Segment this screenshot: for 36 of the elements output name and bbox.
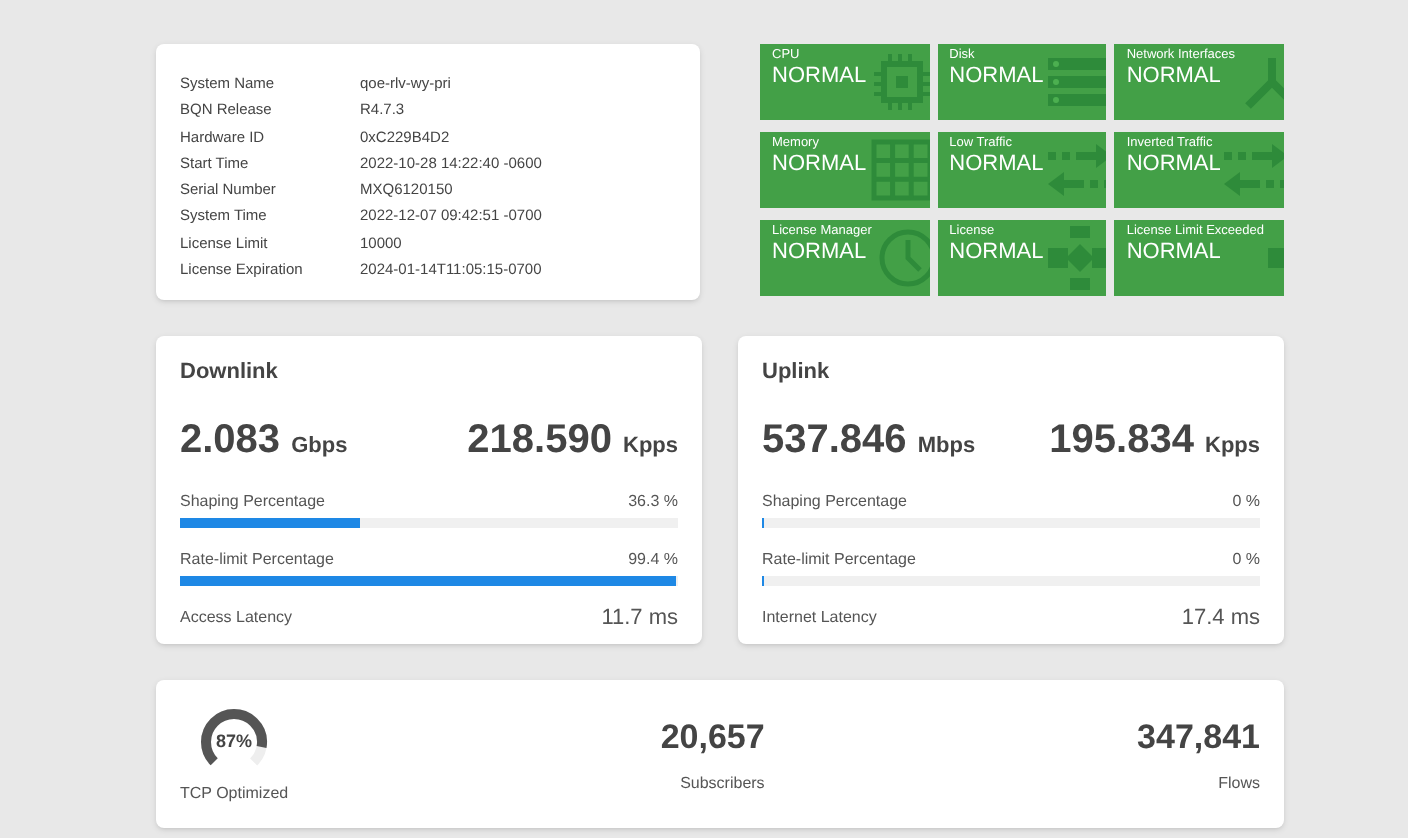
tile-status: NORMAL: [772, 153, 867, 175]
packet-rate-value: 218.590 Kpps: [467, 415, 678, 465]
rate-value: 537.846 Mbps: [762, 415, 976, 465]
bar-reading: 0 %: [1232, 489, 1260, 513]
bar-reading: 99.4 %: [628, 547, 678, 571]
bar-label: Shaping Percentage: [180, 489, 325, 513]
packet-rate-value: 195.834 Kpps: [1049, 415, 1260, 465]
tile-status: NORMAL: [949, 65, 1044, 87]
metric-value: 20,657: [660, 716, 765, 761]
bar-reading: 36.3 %: [628, 489, 678, 513]
metric-value: 347,841: [1137, 716, 1260, 761]
card-title: Downlink: [180, 358, 280, 388]
latency-value: 17.4 ms: [1181, 603, 1260, 633]
tile-status: NORMAL: [949, 153, 1044, 175]
rate-value: 2.083 Gbps: [180, 415, 348, 465]
tile-status: NORMAL: [1126, 241, 1223, 263]
tile-status: NORMAL: [1126, 65, 1223, 87]
bar-label: Rate-limit Percentage: [762, 547, 916, 571]
tile-status: NORMAL: [1126, 153, 1221, 175]
tile-status: NORMAL: [772, 241, 869, 263]
latency-label: Internet Latency: [762, 605, 877, 630]
card-title: Uplink: [762, 358, 832, 388]
latency-label: Access Latency: [180, 605, 293, 630]
bar-label: Shaping Percentage: [762, 489, 907, 513]
bar-label: Rate-limit Percentage: [180, 547, 334, 571]
metric-label: Subscribers: [680, 771, 765, 796]
tile-status: NORMAL: [772, 65, 867, 87]
gauge-label: TCP Optimized: [180, 782, 289, 806]
bar-reading: 0 %: [1232, 547, 1260, 571]
arrows-icon: [1043, 138, 1107, 202]
grid-icon: [866, 138, 930, 202]
tile-status: NORMAL: [949, 241, 1044, 263]
metric-label: Flows: [1218, 771, 1260, 796]
latency-value: 11.7 ms: [601, 603, 678, 633]
arrows-icon: [1220, 138, 1284, 202]
gauge-reading: 87%: [216, 733, 253, 751]
